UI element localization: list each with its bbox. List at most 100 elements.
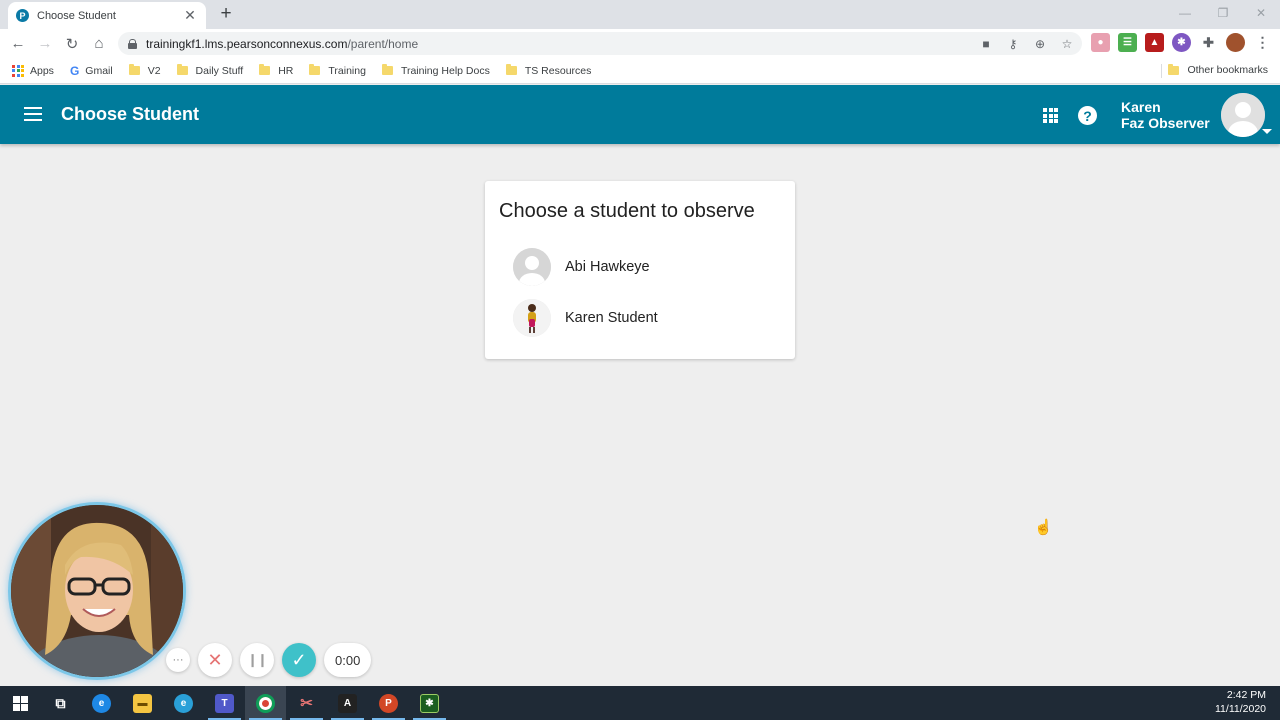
bookmark-apps[interactable]: Apps [12, 64, 54, 77]
tab-close-icon[interactable]: ✕ [182, 7, 198, 24]
edge-icon: e [92, 693, 111, 713]
url-host: trainingkf1.lms.pearsonconnexus.com [146, 36, 348, 51]
finish-recording-checkmark-icon[interactable]: ✓ [282, 643, 316, 677]
webcam-feed-image [11, 505, 183, 677]
hamburger-menu-icon[interactable] [24, 107, 42, 121]
user-avatar[interactable] [1221, 93, 1265, 137]
puzzle-extensions-icon[interactable]: ✚ [1199, 33, 1218, 52]
url-path: /parent/home [347, 36, 419, 51]
folder-icon [309, 64, 321, 75]
bookmark-label: Apps [30, 64, 54, 77]
clock-time: 2:42 PM [1226, 689, 1266, 701]
file-explorer-icon: ▬ [133, 693, 152, 713]
student-photo-image [513, 299, 551, 337]
acrobat-icon: A [338, 693, 357, 713]
bookmark-folder-training-help-docs[interactable]: Training Help Docs [381, 64, 490, 77]
user-name[interactable]: Karen Faz Observer [1121, 99, 1210, 131]
apps-grid-icon [12, 64, 24, 77]
bookmark-label: Training Help Docs [400, 64, 490, 77]
system-clock[interactable]: 2:42 PM 11/11/2020 [1215, 688, 1266, 716]
camera-icon[interactable]: ■ [977, 37, 995, 51]
edge-legacy-icon: e [174, 693, 193, 713]
folder-icon [176, 64, 188, 75]
browser-tabstrip: P Choose Student ✕ + — ❐ ✕ [0, 0, 1280, 29]
clock-date: 11/11/2020 [1215, 703, 1266, 715]
reload-icon[interactable]: ↻ [59, 31, 85, 57]
student-item-karen-student[interactable]: Karen Student [513, 298, 783, 338]
default-avatar-icon [1221, 93, 1265, 137]
taskbar-acrobat[interactable]: A [327, 686, 368, 720]
taskbar-file-explorer[interactable]: ▬ [122, 686, 163, 720]
bookmark-folder-daily-stuff[interactable]: Daily Stuff [176, 64, 244, 77]
taskbar-edge[interactable]: e [163, 686, 204, 720]
pdf-extension-icon[interactable]: ▲ [1145, 33, 1164, 52]
kebab-menu-icon[interactable]: ⋮ [1253, 33, 1272, 52]
bookmark-label: TS Resources [524, 64, 592, 77]
taskbar-teams[interactable]: T [204, 686, 245, 720]
extension-1-icon[interactable]: ● [1091, 33, 1110, 52]
new-tab-plus-icon[interactable]: + [216, 4, 236, 24]
browser-tab-active[interactable]: P Choose Student ✕ [8, 2, 206, 29]
other-bookmarks[interactable]: Other bookmarks [1168, 63, 1268, 76]
recorder-controls: ··· ✕ ❙❙ ✓ 0:00 [166, 642, 372, 678]
student-name: Karen Student [565, 310, 658, 326]
help-icon[interactable]: ? [1078, 106, 1097, 125]
webcam-bubble[interactable] [8, 502, 186, 680]
windows-taskbar: ⧉ e ▬ e T ✂ A P ✱ 2:42 PM 11/11/2020 [0, 686, 1280, 720]
app-launcher-grid-icon[interactable] [1043, 108, 1058, 123]
taskbar-edge-new[interactable]: e [81, 686, 122, 720]
bookmarks-bar: Apps G Gmail V2 Daily Stuff HR Training … [0, 58, 1280, 84]
more-options-icon[interactable]: ··· [166, 648, 190, 672]
bookmark-star-icon[interactable]: ☆ [1058, 37, 1076, 51]
bookmark-label: Training [328, 64, 366, 77]
user-menu-caret-icon[interactable] [1262, 129, 1272, 134]
url-text: trainingkf1.lms.pearsonconnexus.com/pare… [146, 37, 418, 51]
extension-2-icon[interactable]: ☰ [1118, 33, 1137, 52]
recording-timer: 0:00 [324, 643, 372, 677]
tab-title: Choose Student [37, 9, 116, 22]
taskbar-chrome[interactable] [245, 686, 286, 720]
back-arrow-icon[interactable]: ← [5, 31, 31, 57]
restore-icon[interactable]: ❐ [1204, 0, 1242, 26]
key-icon[interactable]: ⚷ [1004, 37, 1022, 51]
taskbar-screen-recorder[interactable]: ✱ [409, 686, 450, 720]
home-icon[interactable]: ⌂ [86, 31, 112, 57]
bookmark-label: HR [278, 64, 294, 77]
screen-recorder-icon: ✱ [420, 693, 439, 713]
folder-icon [381, 64, 393, 75]
bookmark-folder-v2[interactable]: V2 [128, 64, 161, 77]
zoom-icon[interactable]: ⊕ [1031, 37, 1049, 51]
profile-avatar-icon[interactable] [1226, 33, 1245, 52]
forward-arrow-icon[interactable]: → [32, 31, 58, 57]
window-close-icon[interactable]: ✕ [1242, 0, 1280, 26]
windows-logo-icon [12, 695, 28, 711]
address-bar[interactable]: trainingkf1.lms.pearsonconnexus.com/pare… [118, 32, 1082, 55]
minimize-icon[interactable]: — [1166, 0, 1204, 26]
windows-start-button[interactable] [0, 686, 40, 720]
bookmark-folder-training[interactable]: Training [309, 64, 366, 77]
cancel-recording-icon[interactable]: ✕ [198, 643, 232, 677]
taskbar-snipping-tool[interactable]: ✂ [286, 686, 327, 720]
window-controls: — ❐ ✕ [1166, 0, 1280, 29]
lock-icon [128, 38, 137, 49]
user-first-name: Karen [1121, 99, 1161, 115]
choose-student-card: Choose a student to observe Abi Hawkeye … [485, 181, 795, 359]
student-item-abi-hawkeye[interactable]: Abi Hawkeye [513, 247, 783, 287]
powerpoint-icon: P [379, 693, 398, 713]
student-name: Abi Hawkeye [565, 259, 650, 275]
default-avatar-icon [513, 248, 551, 286]
bookmark-gmail[interactable]: G Gmail [70, 64, 113, 78]
pause-recording-icon[interactable]: ❙❙ [240, 643, 274, 677]
extension-4-icon[interactable]: ✱ [1172, 33, 1191, 52]
taskbar-powerpoint[interactable]: P [368, 686, 409, 720]
page-title: Choose Student [61, 104, 199, 124]
student-photo-avatar [513, 299, 551, 337]
bookmark-folder-ts-resources[interactable]: TS Resources [505, 64, 592, 77]
task-view-button[interactable]: ⧉ [40, 686, 81, 720]
hand-cursor-icon: ☝ [1034, 519, 1053, 536]
bookmark-folder-hr[interactable]: HR [259, 64, 294, 77]
teams-icon: T [215, 693, 234, 713]
pearson-favicon-icon: P [16, 9, 29, 22]
task-view-icon: ⧉ [55, 694, 66, 711]
bookmark-label: Daily Stuff [195, 64, 244, 77]
